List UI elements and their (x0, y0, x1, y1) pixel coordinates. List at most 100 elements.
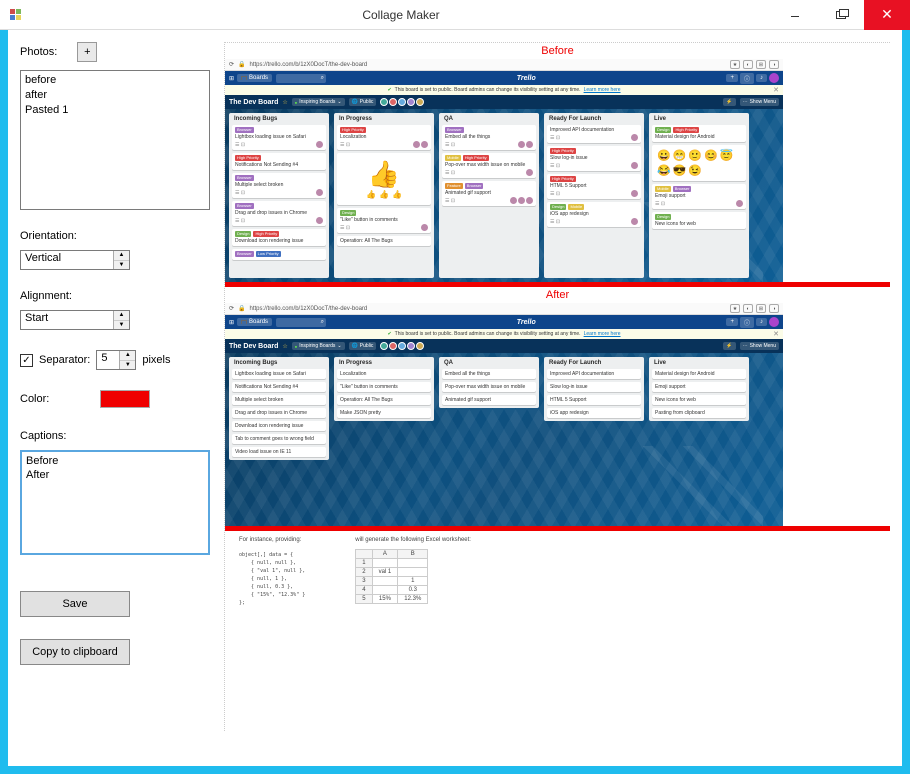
butler-chip: ⚡ (723, 342, 735, 350)
caption-after: After (225, 287, 890, 303)
client-area: Photos: + beforeafterPasted 1 Orientatio… (8, 30, 902, 766)
boards-button: Boards (237, 74, 272, 82)
card: Tab to comment goes to wrong field (232, 434, 326, 444)
card: Pop-over max width issue on mobile (442, 382, 536, 392)
card: DesignHigh PriorityDownload icon renderi… (232, 229, 326, 246)
list: QAEmbed all the thingsPop-over max width… (439, 357, 539, 408)
separator-value-input[interactable]: 5 ▲▼ (96, 350, 136, 370)
extension-icons: ★◐⊞◑ (730, 60, 779, 69)
card: DesignNew icons for web (652, 212, 746, 229)
separator-units: pixels (142, 354, 170, 366)
bell-icon: ♪ (756, 318, 767, 326)
alignment-combo[interactable]: Start ▲▼ (20, 310, 130, 330)
card: Pasting from clipboard (652, 408, 746, 418)
card: BrowserMultiple select broken☰ ⊡ (232, 173, 326, 198)
card: High PrioritySlow log-in issue☰ ⊡ (547, 146, 641, 171)
copy-to-clipboard-button[interactable]: Copy to clipboard (20, 639, 130, 665)
card: Multiple select broken (232, 395, 326, 405)
orientation-spinner[interactable]: ▲▼ (113, 251, 129, 269)
lock-icon: 🔒 (238, 305, 245, 312)
trello-logo: Trello (326, 75, 726, 82)
card: DesignHigh PriorityMaterial design for A… (652, 125, 746, 142)
color-swatch[interactable] (100, 390, 150, 408)
board-header: The Dev Board ☆ ●Inspiring Boards⌄ 🌐Publ… (225, 95, 783, 109)
card: High PriorityHTML 5 Support☰ ⊡ (547, 174, 641, 199)
excel-intro: will generate the following Excel worksh… (355, 537, 471, 543)
public-notice: ✔ This board is set to public. Board adm… (225, 85, 783, 95)
extension-icons: ★◐⊞◑ (730, 304, 779, 313)
lock-icon: 🔒 (238, 61, 245, 68)
alignment-label: Alignment: (20, 290, 210, 302)
card: Download icon rendering issue (232, 421, 326, 431)
browser-bar: ⟳ 🔒 https://trello.com/b/1zX0DocT/the-de… (225, 303, 783, 315)
card: BrowserDrag and drop issues in Chrome☰ ⊡ (232, 201, 326, 226)
public-notice: ✔ This board is set to public. Board adm… (225, 329, 783, 339)
after-image: ⟳ 🔒 https://trello.com/b/1zX0DocT/the-de… (225, 303, 783, 526)
search-input: ⌕ (276, 318, 326, 327)
separator-label: Separator: (39, 354, 90, 366)
butler-chip: ⚡ (723, 98, 735, 106)
close-button[interactable]: ✕ (864, 0, 910, 30)
captions-label: Captions: (20, 430, 210, 442)
list: Incoming BugsBrowserLightbox loading iss… (229, 113, 329, 278)
list: Ready For LaunchImproved API documentati… (544, 113, 644, 278)
card: Video load issue on IE 11 (232, 447, 326, 457)
add-photo-button[interactable]: + (77, 42, 97, 62)
card: BrowserEmbed all the things☰ ⊡ (442, 125, 536, 150)
app-icon (0, 9, 30, 20)
list: LiveDesignHigh PriorityMaterial design f… (649, 113, 749, 278)
list-item[interactable]: Pasted 1 (25, 103, 205, 118)
board-canvas: Incoming BugsBrowserLightbox loading iss… (225, 109, 783, 282)
show-menu-button: ⋯Show Menu (740, 98, 779, 106)
url-text: https://trello.com/b/1zX0DocT/the-dev-bo… (250, 306, 368, 312)
minimize-button[interactable] (772, 0, 818, 30)
list-item[interactable]: before (25, 73, 205, 88)
card: 😀😁🙂😊😇😂😎😉 (652, 145, 746, 181)
list: In ProgressLocalization"Like" button in … (334, 357, 434, 421)
example-intro: For instance, providing: (239, 537, 305, 543)
board-header: The Dev Board ☆ ●Inspiring Boards⌄ 🌐Publ… (225, 339, 783, 353)
member-avatars (380, 98, 424, 106)
trello-logo: Trello (326, 319, 726, 326)
list-item[interactable]: after (25, 88, 205, 103)
refresh-icon: ⟳ (229, 305, 234, 312)
separator-value: 5 (97, 351, 119, 369)
bell-icon: ♪ (756, 74, 767, 82)
list: Incoming BugsLightbox loading issue on S… (229, 357, 329, 460)
card: iOS app redesign (547, 408, 641, 418)
card: BrowserLow Priority (232, 249, 326, 260)
list: Ready For LaunchImproved API documentati… (544, 357, 644, 421)
card: Material design for Android (652, 369, 746, 379)
excel-table: AB12val 13140.3515%12.3% (355, 549, 428, 604)
refresh-icon: ⟳ (229, 61, 234, 68)
boards-button: Boards (237, 318, 272, 326)
card: Improved API documentation☰ ⊡ (547, 125, 641, 143)
card: Design"Like" button in comments☰ ⊡ (337, 208, 431, 233)
restore-button[interactable] (818, 0, 864, 30)
member-avatars (380, 342, 424, 350)
show-menu-button: ⋯Show Menu (740, 342, 779, 350)
card: High PriorityNotifications Not Sending #… (232, 153, 326, 170)
trello-topbar: ⊞ Boards ⌕ Trello + ⓘ ♪ (225, 315, 783, 329)
before-image: ⟳ 🔒 https://trello.com/b/1zX0DocT/the-de… (225, 59, 783, 282)
orientation-combo[interactable]: Vertical ▲▼ (20, 250, 130, 270)
save-button[interactable]: Save (20, 591, 130, 617)
board-canvas: Incoming BugsLightbox loading issue on S… (225, 353, 783, 526)
avatar (769, 317, 779, 327)
collage-preview: Before ⟳ 🔒 https://trello.com/b/1zX0DocT… (224, 42, 890, 731)
card: "Like" button in comments (337, 382, 431, 392)
card: 👍👍👍👍 (337, 153, 431, 205)
captions-textarea[interactable]: BeforeAfter (20, 450, 210, 555)
card: Drag and drop issues in Chrome (232, 408, 326, 418)
browser-bar: ⟳ 🔒 https://trello.com/b/1zX0DocT/the-de… (225, 59, 783, 71)
separator-checkbox[interactable]: ✓ (20, 354, 33, 367)
card: Localization (337, 369, 431, 379)
photos-listbox[interactable]: beforeafterPasted 1 (20, 70, 210, 210)
card: Lightbox loading issue on Safari (232, 369, 326, 379)
card: HTML 5 Support (547, 395, 641, 405)
window-title: Collage Maker (30, 8, 772, 22)
separator-spinner[interactable]: ▲▼ (119, 351, 135, 369)
trello-topbar: ⊞ Boards ⌕ Trello + ⓘ ♪ (225, 71, 783, 85)
card: BrowserLightbox loading issue on Safari☰… (232, 125, 326, 150)
alignment-spinner[interactable]: ▲▼ (113, 311, 129, 329)
